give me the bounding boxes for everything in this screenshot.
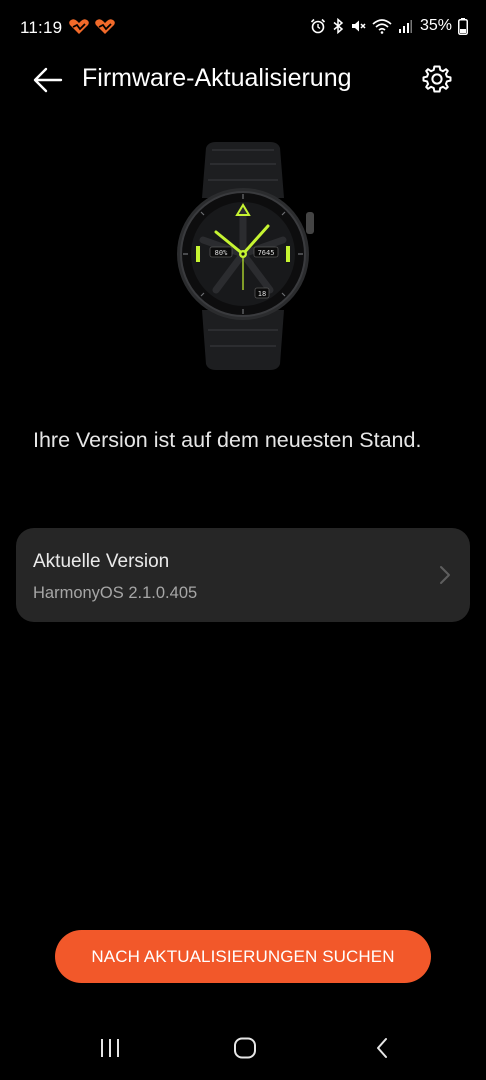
watch-image: 80% 7645 18	[158, 140, 328, 372]
home-icon	[234, 1037, 256, 1059]
current-version-value: HarmonyOS 2.1.0.405	[33, 584, 198, 602]
watch-date-readout: 18	[258, 290, 266, 298]
bluetooth-icon	[333, 18, 344, 34]
settings-button[interactable]	[418, 60, 456, 98]
back-icon	[377, 1038, 387, 1058]
notification-icons	[68, 19, 116, 35]
update-status-message: Ihre Version ist auf dem neuesten Stand.	[33, 428, 422, 452]
arrow-left-icon	[33, 67, 63, 93]
signal-icon	[398, 20, 412, 33]
watch-battery-readout: 80%	[215, 249, 228, 257]
status-bar: 11:19 35%	[0, 0, 486, 56]
battery-icon	[458, 17, 468, 35]
current-version-card[interactable]: Aktuelle Version HarmonyOS 2.1.0.405	[16, 528, 470, 622]
page-title: Firmware-Aktualisierung	[82, 64, 352, 92]
watch-illustration: 80% 7645 18	[177, 142, 314, 370]
status-time: 11:19	[20, 18, 63, 37]
wifi-icon	[372, 19, 392, 34]
alarm-icon	[310, 18, 326, 34]
current-version-label: Aktuelle Version	[33, 551, 170, 572]
back-button[interactable]	[30, 62, 66, 98]
status-icons: 35%	[310, 17, 468, 35]
gear-icon	[422, 65, 452, 93]
check-for-updates-button[interactable]: NACH AKTUALISIERUNGEN SUCHEN	[55, 930, 431, 983]
watch-steps-readout: 7645	[258, 249, 275, 257]
huawei-health-icon	[69, 19, 89, 34]
app-header: Firmware-Aktualisierung	[0, 56, 486, 104]
nav-back-button[interactable]	[360, 1030, 404, 1066]
system-navigation-bar	[0, 1016, 486, 1080]
battery-percentage: 35%	[419, 17, 452, 34]
huawei-health-icon	[95, 19, 115, 34]
recents-button[interactable]	[88, 1030, 132, 1066]
recents-icon	[101, 1039, 119, 1057]
mute-icon	[351, 20, 366, 32]
chevron-right-icon	[440, 566, 450, 584]
home-button[interactable]	[223, 1030, 267, 1066]
